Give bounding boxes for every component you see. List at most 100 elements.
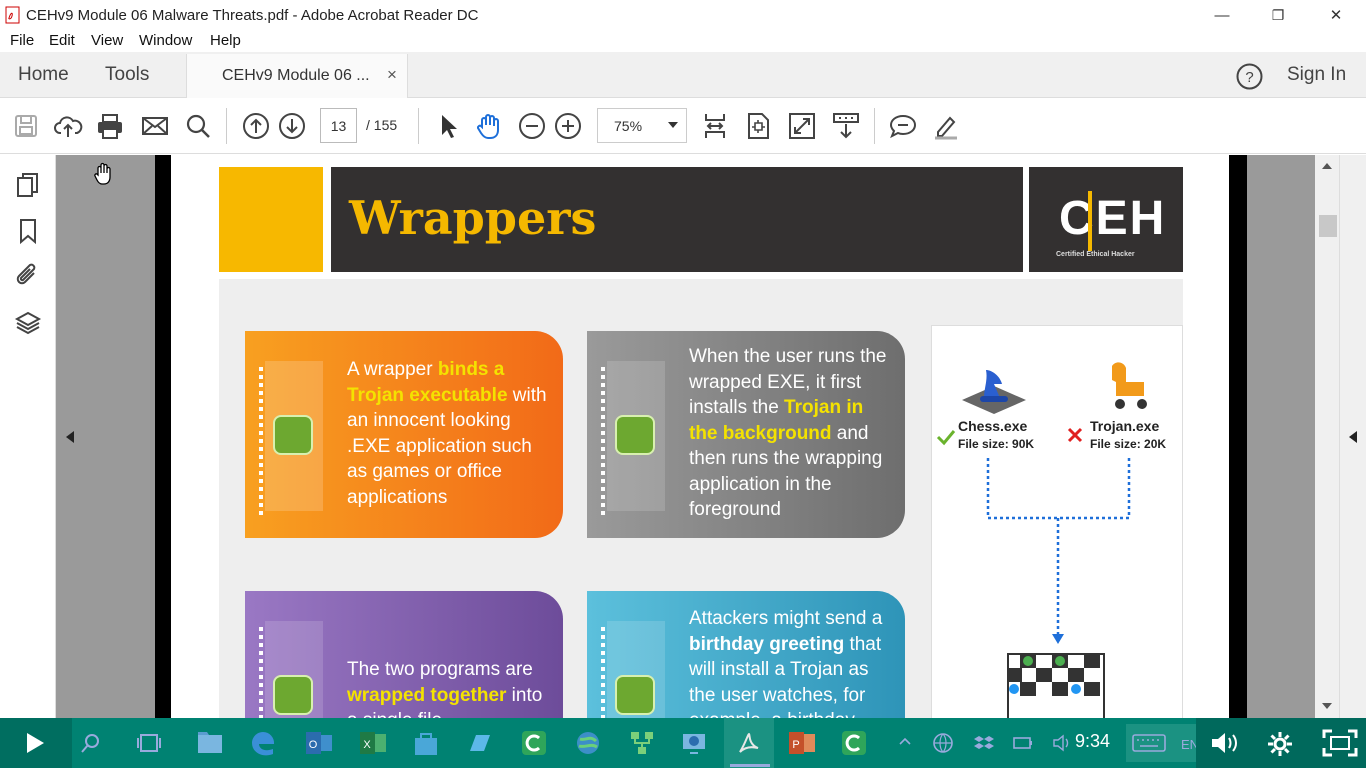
trojan-file-size: File size: 20K — [1090, 437, 1167, 451]
text-span: with — [507, 384, 547, 406]
scrolling-mode-icon[interactable] — [828, 108, 864, 144]
navigation-pane — [0, 155, 56, 718]
task-view-icon[interactable] — [136, 732, 162, 754]
trojan-horse-icon — [1112, 362, 1147, 409]
zoom-dropdown[interactable]: 75% — [597, 108, 687, 143]
menu-view[interactable]: View — [91, 32, 123, 49]
tab-tools[interactable]: Tools — [105, 64, 149, 86]
text-span: The two programs are — [347, 659, 533, 680]
chess-file-name: Chess.exe — [958, 418, 1028, 434]
menu-window[interactable]: Window — [139, 32, 192, 49]
card-stitch — [601, 627, 605, 718]
ceh-logo-bar — [1088, 191, 1092, 251]
chevron-up-icon[interactable] — [898, 736, 912, 746]
previous-page-arrow[interactable] — [66, 431, 74, 443]
network-app-icon[interactable] — [628, 729, 656, 757]
pdf-file-icon — [5, 6, 20, 24]
play-icon[interactable] — [24, 731, 46, 755]
menu-edit[interactable]: Edit — [49, 32, 75, 49]
attachment-icon[interactable] — [14, 261, 42, 289]
speaker-icon[interactable] — [1210, 730, 1240, 756]
dropbox-icon[interactable] — [974, 734, 994, 752]
layers-icon[interactable] — [14, 309, 42, 337]
next-page-icon[interactable] — [274, 108, 310, 144]
tab-document[interactable]: CEHv9 Module 06 ... × — [186, 54, 408, 98]
scroll-up-arrow[interactable] — [1322, 163, 1332, 169]
fit-page-icon[interactable] — [697, 108, 733, 144]
bookmark-icon[interactable] — [14, 217, 42, 245]
expand-right-pane-arrow[interactable] — [1349, 431, 1357, 443]
previous-page-icon[interactable] — [238, 108, 274, 144]
fullscreen-player-icon[interactable] — [1322, 729, 1358, 757]
info-card: When the user runs the wrapped EXE, it f… — [587, 331, 905, 538]
tab-close-icon[interactable]: × — [387, 65, 397, 85]
restore-button[interactable]: ❐ — [1250, 0, 1306, 30]
comment-icon[interactable] — [885, 108, 921, 144]
highlight-text: the background — [689, 422, 832, 444]
store-icon[interactable] — [412, 729, 440, 757]
info-card: A wrapper binds a Trojan executable with… — [245, 331, 563, 538]
page-border — [155, 155, 171, 718]
settings-gear-icon[interactable] — [1266, 730, 1294, 758]
volume-icon[interactable] — [1052, 734, 1072, 752]
text-span: installs the — [689, 397, 785, 418]
keyboard-icon[interactable] — [1132, 733, 1166, 753]
file-explorer-icon[interactable] — [196, 729, 224, 755]
edge-browser-icon[interactable] — [250, 729, 276, 757]
battery-icon[interactable] — [1012, 734, 1034, 752]
text-span: .EXE application such — [347, 435, 532, 457]
app-tile-icon[interactable] — [466, 729, 494, 757]
ceh-logo-subtitle: Certified Ethical Hacker — [1056, 251, 1135, 258]
remote-desktop-icon[interactable] — [680, 729, 708, 757]
acrobat-reader-icon[interactable] — [735, 729, 763, 757]
scroll-thumb[interactable] — [1319, 215, 1337, 237]
text-span: into — [506, 684, 543, 706]
ceh-logo: CEH Certified Ethical Hacker — [1029, 167, 1183, 272]
sign-in-link[interactable]: Sign In — [1287, 64, 1346, 86]
camtasia-icon[interactable] — [520, 729, 548, 757]
page-border — [1229, 155, 1247, 718]
vertical-scrollbar[interactable] — [1315, 155, 1339, 718]
excel-icon[interactable]: X — [358, 729, 388, 757]
pdf-page: Wrappers CEH Certified Ethical Hacker A … — [171, 155, 1229, 718]
heading-accent-block — [219, 167, 323, 272]
zoom-in-icon[interactable] — [550, 108, 586, 144]
scroll-down-arrow[interactable] — [1322, 703, 1332, 709]
save-icon[interactable] — [8, 108, 44, 144]
text-span: applications — [347, 486, 448, 508]
email-icon[interactable] — [137, 108, 173, 144]
select-tool-icon[interactable] — [429, 108, 465, 144]
camtasia-recorder-icon[interactable] — [840, 729, 868, 757]
page-number-input[interactable]: 13 — [320, 108, 357, 143]
hand-tool-icon[interactable] — [471, 108, 507, 144]
zoom-value: 75% — [614, 118, 643, 134]
network-status-icon[interactable] — [932, 732, 954, 754]
minimize-button[interactable]: — — [1194, 0, 1250, 30]
powerpoint-icon[interactable]: P — [787, 729, 817, 757]
print-icon[interactable] — [92, 108, 128, 144]
search-icon[interactable] — [180, 108, 216, 144]
bold-text: birthday greeting — [689, 633, 845, 655]
cloud-upload-icon[interactable] — [50, 108, 86, 144]
search-icon[interactable] — [80, 732, 102, 754]
text-span: A wrapper — [347, 359, 438, 380]
help-icon[interactable]: ? — [1236, 63, 1263, 90]
browser-globe-icon[interactable] — [574, 729, 602, 757]
tab-home[interactable]: Home — [18, 64, 69, 86]
full-screen-icon[interactable] — [784, 108, 820, 144]
page-total: / 155 — [366, 117, 398, 133]
page-thumbnails-icon[interactable] — [14, 171, 42, 199]
menu-help[interactable]: Help — [210, 32, 241, 49]
outlook-icon[interactable]: O — [304, 729, 334, 757]
zoom-out-icon[interactable] — [514, 108, 550, 144]
rotate-page-icon[interactable] — [740, 108, 776, 144]
close-button[interactable]: ✕ — [1308, 0, 1364, 30]
card-text: A wrapper binds a Trojan executable with… — [347, 357, 557, 510]
highlight-pen-icon[interactable] — [928, 108, 964, 144]
text-span: the user watches, for — [689, 684, 866, 706]
text-span: When the user runs the — [689, 346, 887, 367]
card-stitch — [259, 367, 263, 518]
connector-lines — [986, 458, 1131, 644]
menu-file[interactable]: File — [10, 32, 34, 49]
clock-time[interactable]: 9:34 — [1075, 731, 1110, 752]
